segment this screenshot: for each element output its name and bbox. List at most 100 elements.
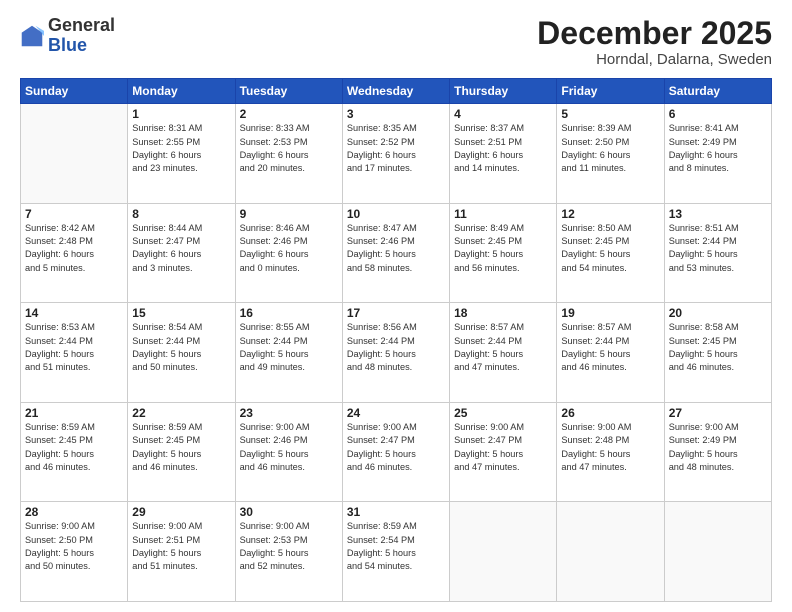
day-number: 2 (240, 107, 338, 121)
day-info: Sunrise: 8:44 AM Sunset: 2:47 PM Dayligh… (132, 222, 230, 275)
table-row: 22Sunrise: 8:59 AM Sunset: 2:45 PM Dayli… (128, 402, 235, 502)
day-info: Sunrise: 8:33 AM Sunset: 2:53 PM Dayligh… (240, 122, 338, 175)
day-info: Sunrise: 8:50 AM Sunset: 2:45 PM Dayligh… (561, 222, 659, 275)
calendar-week-4: 21Sunrise: 8:59 AM Sunset: 2:45 PM Dayli… (21, 402, 772, 502)
calendar-week-2: 7Sunrise: 8:42 AM Sunset: 2:48 PM Daylig… (21, 203, 772, 303)
day-info: Sunrise: 8:47 AM Sunset: 2:46 PM Dayligh… (347, 222, 445, 275)
logo: General Blue (20, 16, 115, 56)
col-saturday: Saturday (664, 79, 771, 104)
day-info: Sunrise: 8:51 AM Sunset: 2:44 PM Dayligh… (669, 222, 767, 275)
table-row: 29Sunrise: 9:00 AM Sunset: 2:51 PM Dayli… (128, 502, 235, 602)
table-row: 15Sunrise: 8:54 AM Sunset: 2:44 PM Dayli… (128, 303, 235, 403)
day-number: 22 (132, 406, 230, 420)
calendar-header-row: Sunday Monday Tuesday Wednesday Thursday… (21, 79, 772, 104)
day-info: Sunrise: 8:55 AM Sunset: 2:44 PM Dayligh… (240, 321, 338, 374)
day-number: 9 (240, 207, 338, 221)
day-number: 26 (561, 406, 659, 420)
col-thursday: Thursday (450, 79, 557, 104)
table-row: 9Sunrise: 8:46 AM Sunset: 2:46 PM Daylig… (235, 203, 342, 303)
col-sunday: Sunday (21, 79, 128, 104)
table-row: 20Sunrise: 8:58 AM Sunset: 2:45 PM Dayli… (664, 303, 771, 403)
day-number: 18 (454, 306, 552, 320)
day-number: 8 (132, 207, 230, 221)
day-info: Sunrise: 9:00 AM Sunset: 2:47 PM Dayligh… (454, 421, 552, 474)
day-info: Sunrise: 8:59 AM Sunset: 2:54 PM Dayligh… (347, 520, 445, 573)
day-number: 7 (25, 207, 123, 221)
table-row: 12Sunrise: 8:50 AM Sunset: 2:45 PM Dayli… (557, 203, 664, 303)
day-info: Sunrise: 9:00 AM Sunset: 2:46 PM Dayligh… (240, 421, 338, 474)
day-info: Sunrise: 8:37 AM Sunset: 2:51 PM Dayligh… (454, 122, 552, 175)
day-number: 29 (132, 505, 230, 519)
logo-icon (20, 24, 44, 48)
day-info: Sunrise: 8:49 AM Sunset: 2:45 PM Dayligh… (454, 222, 552, 275)
table-row: 16Sunrise: 8:55 AM Sunset: 2:44 PM Dayli… (235, 303, 342, 403)
day-number: 4 (454, 107, 552, 121)
table-row: 2Sunrise: 8:33 AM Sunset: 2:53 PM Daylig… (235, 104, 342, 204)
day-info: Sunrise: 9:00 AM Sunset: 2:53 PM Dayligh… (240, 520, 338, 573)
calendar-week-3: 14Sunrise: 8:53 AM Sunset: 2:44 PM Dayli… (21, 303, 772, 403)
day-number: 10 (347, 207, 445, 221)
table-row: 18Sunrise: 8:57 AM Sunset: 2:44 PM Dayli… (450, 303, 557, 403)
day-info: Sunrise: 8:35 AM Sunset: 2:52 PM Dayligh… (347, 122, 445, 175)
day-number: 30 (240, 505, 338, 519)
location-subtitle: Horndal, Dalarna, Sweden (537, 51, 772, 68)
day-info: Sunrise: 8:39 AM Sunset: 2:50 PM Dayligh… (561, 122, 659, 175)
day-number: 28 (25, 505, 123, 519)
page: General Blue December 2025 Horndal, Dala… (0, 0, 792, 612)
table-row: 25Sunrise: 9:00 AM Sunset: 2:47 PM Dayli… (450, 402, 557, 502)
day-number: 11 (454, 207, 552, 221)
day-number: 20 (669, 306, 767, 320)
day-number: 27 (669, 406, 767, 420)
table-row: 23Sunrise: 9:00 AM Sunset: 2:46 PM Dayli… (235, 402, 342, 502)
day-number: 6 (669, 107, 767, 121)
col-wednesday: Wednesday (342, 79, 449, 104)
day-info: Sunrise: 8:31 AM Sunset: 2:55 PM Dayligh… (132, 122, 230, 175)
title-block: December 2025 Horndal, Dalarna, Sweden (537, 16, 772, 68)
table-row (21, 104, 128, 204)
month-title: December 2025 (537, 16, 772, 51)
day-info: Sunrise: 8:58 AM Sunset: 2:45 PM Dayligh… (669, 321, 767, 374)
table-row: 4Sunrise: 8:37 AM Sunset: 2:51 PM Daylig… (450, 104, 557, 204)
table-row: 5Sunrise: 8:39 AM Sunset: 2:50 PM Daylig… (557, 104, 664, 204)
day-number: 3 (347, 107, 445, 121)
logo-blue: Blue (48, 35, 87, 55)
day-info: Sunrise: 9:00 AM Sunset: 2:49 PM Dayligh… (669, 421, 767, 474)
day-info: Sunrise: 8:56 AM Sunset: 2:44 PM Dayligh… (347, 321, 445, 374)
table-row: 1Sunrise: 8:31 AM Sunset: 2:55 PM Daylig… (128, 104, 235, 204)
calendar-week-5: 28Sunrise: 9:00 AM Sunset: 2:50 PM Dayli… (21, 502, 772, 602)
table-row: 7Sunrise: 8:42 AM Sunset: 2:48 PM Daylig… (21, 203, 128, 303)
table-row: 10Sunrise: 8:47 AM Sunset: 2:46 PM Dayli… (342, 203, 449, 303)
day-info: Sunrise: 8:53 AM Sunset: 2:44 PM Dayligh… (25, 321, 123, 374)
day-info: Sunrise: 8:46 AM Sunset: 2:46 PM Dayligh… (240, 222, 338, 275)
day-number: 12 (561, 207, 659, 221)
day-number: 24 (347, 406, 445, 420)
day-number: 5 (561, 107, 659, 121)
day-number: 1 (132, 107, 230, 121)
day-number: 17 (347, 306, 445, 320)
logo-general: General (48, 15, 115, 35)
col-tuesday: Tuesday (235, 79, 342, 104)
table-row: 17Sunrise: 8:56 AM Sunset: 2:44 PM Dayli… (342, 303, 449, 403)
day-number: 19 (561, 306, 659, 320)
table-row: 24Sunrise: 9:00 AM Sunset: 2:47 PM Dayli… (342, 402, 449, 502)
table-row: 26Sunrise: 9:00 AM Sunset: 2:48 PM Dayli… (557, 402, 664, 502)
table-row: 11Sunrise: 8:49 AM Sunset: 2:45 PM Dayli… (450, 203, 557, 303)
table-row: 19Sunrise: 8:57 AM Sunset: 2:44 PM Dayli… (557, 303, 664, 403)
table-row: 3Sunrise: 8:35 AM Sunset: 2:52 PM Daylig… (342, 104, 449, 204)
day-info: Sunrise: 9:00 AM Sunset: 2:50 PM Dayligh… (25, 520, 123, 573)
day-number: 14 (25, 306, 123, 320)
table-row: 27Sunrise: 9:00 AM Sunset: 2:49 PM Dayli… (664, 402, 771, 502)
table-row (450, 502, 557, 602)
day-number: 15 (132, 306, 230, 320)
day-info: Sunrise: 8:41 AM Sunset: 2:49 PM Dayligh… (669, 122, 767, 175)
day-number: 31 (347, 505, 445, 519)
day-number: 21 (25, 406, 123, 420)
day-info: Sunrise: 8:57 AM Sunset: 2:44 PM Dayligh… (454, 321, 552, 374)
calendar-week-1: 1Sunrise: 8:31 AM Sunset: 2:55 PM Daylig… (21, 104, 772, 204)
col-friday: Friday (557, 79, 664, 104)
day-info: Sunrise: 8:54 AM Sunset: 2:44 PM Dayligh… (132, 321, 230, 374)
table-row: 28Sunrise: 9:00 AM Sunset: 2:50 PM Dayli… (21, 502, 128, 602)
col-monday: Monday (128, 79, 235, 104)
table-row: 8Sunrise: 8:44 AM Sunset: 2:47 PM Daylig… (128, 203, 235, 303)
table-row (557, 502, 664, 602)
